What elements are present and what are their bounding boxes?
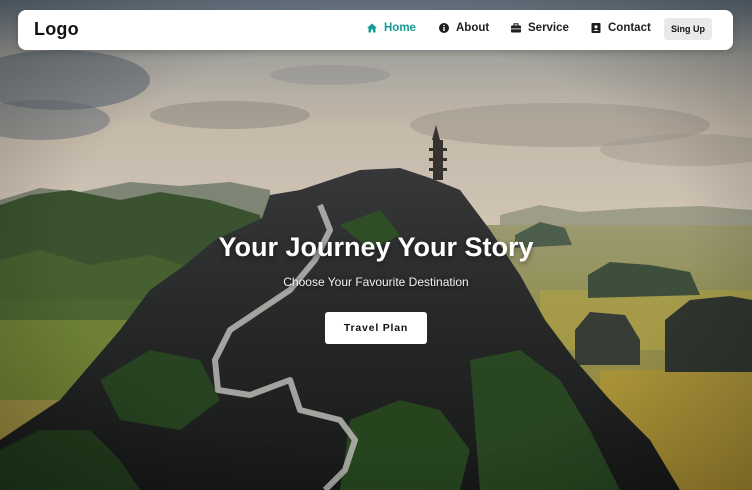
logo[interactable]: Logo bbox=[34, 19, 79, 40]
signup-button[interactable]: Sing Up bbox=[664, 18, 712, 40]
nav-about[interactable]: About bbox=[438, 22, 489, 34]
nav-about-label: About bbox=[456, 22, 490, 34]
travel-plan-button[interactable]: Travel Plan bbox=[325, 312, 427, 344]
nav-service[interactable]: Service bbox=[510, 22, 569, 34]
home-icon bbox=[366, 22, 378, 34]
nav-contact[interactable]: Contact bbox=[590, 22, 651, 34]
nav-home[interactable]: Home bbox=[366, 22, 416, 34]
top-navbar: Logo Home About Service Contact Sing Up bbox=[18, 10, 733, 50]
hero-subtitle: Choose Your Favourite Destination bbox=[283, 275, 469, 289]
briefcase-icon bbox=[510, 22, 522, 34]
contact-card-icon bbox=[590, 22, 602, 34]
nav-service-label: Service bbox=[528, 22, 569, 34]
hero-title: Your Journey Your Story bbox=[218, 232, 534, 262]
info-icon bbox=[438, 22, 450, 34]
nav-contact-label: Contact bbox=[608, 22, 651, 34]
nav-home-label: Home bbox=[384, 22, 416, 34]
